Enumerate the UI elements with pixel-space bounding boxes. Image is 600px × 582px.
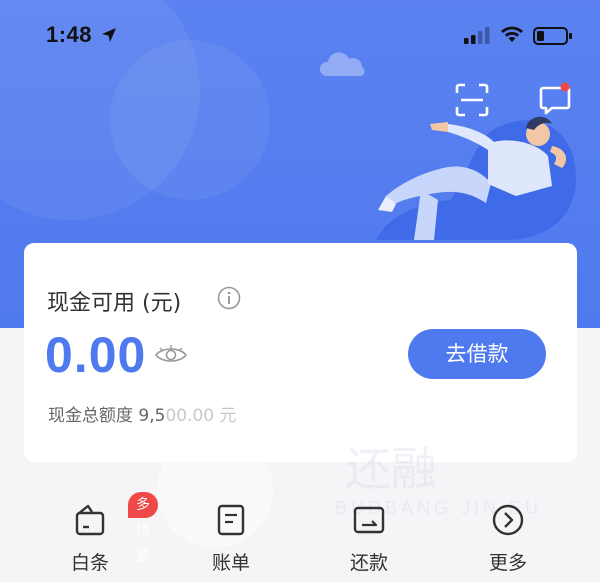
nav-item-repay[interactable]: 还款: [309, 488, 429, 582]
wallet-icon: [75, 504, 105, 536]
available-amount: 0.00: [45, 327, 147, 383]
badge: 多场景: [128, 492, 158, 565]
total-limit-text-faded: 00.00 元: [165, 406, 237, 426]
more-icon: [492, 504, 524, 536]
total-limit-text: 现金总额度 9,5: [48, 406, 166, 426]
status-time: 1:48: [46, 22, 93, 47]
battery-icon: [533, 27, 572, 45]
status-bar: 1:48: [0, 0, 600, 70]
card-title: 现金可用 (元): [47, 291, 182, 316]
repay-icon: [353, 506, 385, 534]
cloud-icon: [319, 52, 365, 76]
eye-icon[interactable]: [154, 344, 188, 366]
quick-nav: 白条 多场景 账单 还款 更多: [0, 488, 600, 582]
nav-label: 还款: [349, 552, 388, 574]
wifi-icon: [501, 26, 523, 42]
nav-label: 更多: [488, 552, 527, 574]
nav-label: 白条: [70, 552, 109, 574]
location-arrow-icon: [102, 28, 116, 42]
borrow-button[interactable]: 去借款: [408, 329, 546, 379]
nav-label: 账单: [211, 552, 250, 574]
cellular-signal-icon: [464, 27, 490, 44]
notification-dot: [560, 82, 570, 92]
relaxing-person-illustration: [376, 116, 576, 240]
nav-item-baitiao[interactable]: 白条 多场景: [30, 488, 158, 582]
nav-item-bill[interactable]: 账单: [171, 488, 291, 582]
nav-item-more[interactable]: 更多: [448, 488, 568, 582]
info-icon[interactable]: [217, 286, 241, 310]
total-limit: 现金总额度 9,500.00 元: [48, 401, 237, 426]
bill-icon: [217, 504, 245, 536]
